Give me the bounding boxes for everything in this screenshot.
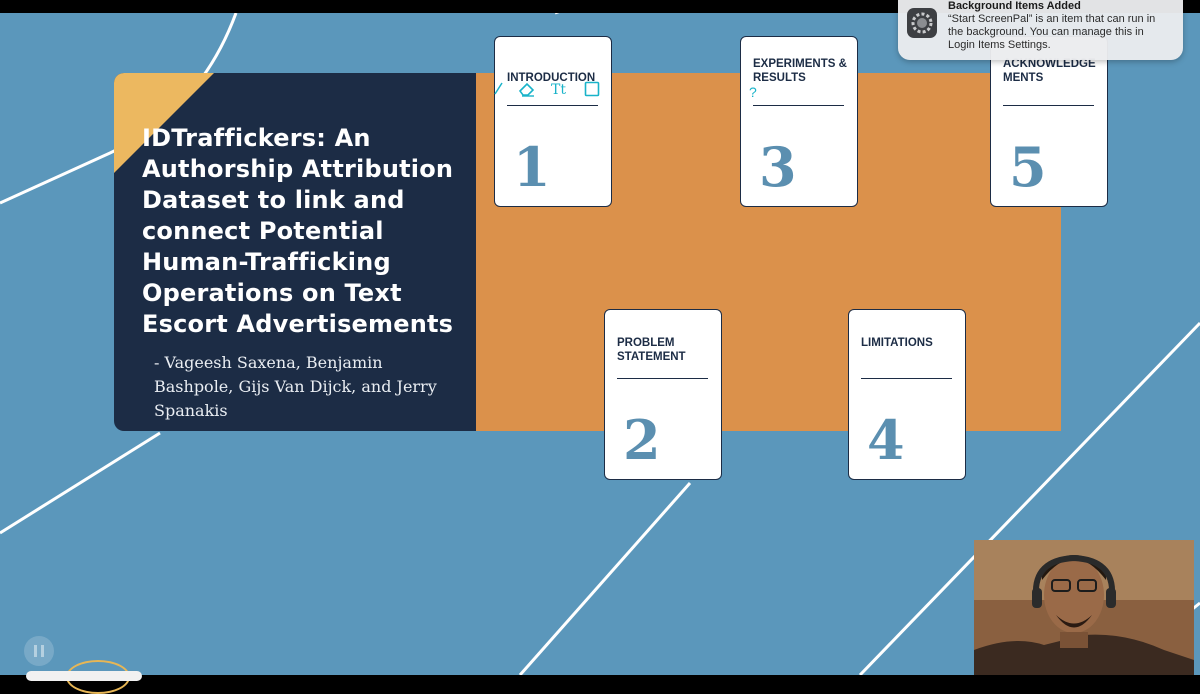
pen-icon[interactable] [494, 81, 504, 100]
card-number: 4 [867, 408, 905, 472]
card-number: 2 [623, 408, 661, 472]
help-icon[interactable]: ? [749, 83, 757, 101]
slide-title: IDTraffickers: An Authorship Attribution… [142, 124, 454, 338]
system-notification[interactable]: Background Items Added “Start ScreenPal”… [898, 0, 1183, 60]
card-label: ACKNOWLEDGE MENTS [1003, 58, 1096, 84]
section-card-introduction[interactable]: INTRODUCTION 1 [494, 36, 612, 207]
section-card-problem-statement[interactable]: PROBLEM STATEMENT 2 [604, 309, 722, 480]
card-number: 3 [759, 135, 797, 199]
eraser-icon[interactable] [518, 81, 536, 102]
card-label: LIMITATIONS [861, 337, 933, 349]
webcam-overlay [974, 540, 1194, 675]
player-control-bar[interactable] [26, 671, 142, 681]
card-divider [753, 105, 844, 106]
card-label: PROBLEM STATEMENT [617, 337, 686, 363]
rectangle-tool-icon[interactable] [584, 81, 600, 102]
section-card-acknowledgements[interactable]: ACKNOWLEDGE MENTS 5 [990, 36, 1108, 207]
pause-icon [34, 645, 37, 657]
card-divider [617, 378, 708, 379]
gear-icon [907, 8, 937, 38]
title-panel: IDTraffickers: An Authorship Attribution… [114, 73, 476, 431]
pause-button[interactable] [24, 636, 54, 666]
section-card-experiments-results[interactable]: EXPERIMENTS & RESULTS 3 [740, 36, 858, 207]
card-number: 5 [1009, 135, 1047, 199]
card-divider [1003, 105, 1094, 106]
card-divider [861, 378, 952, 379]
card-label: EXPERIMENTS & RESULTS [753, 58, 847, 84]
section-card-limitations[interactable]: LIMITATIONS 4 [848, 309, 966, 480]
card-divider [507, 105, 598, 106]
card-number: 1 [513, 135, 551, 199]
notification-body: “Start ScreenPal” is an item that can ru… [948, 13, 1156, 51]
author-list: - Vageesh Saxena, Benjamin Bashpole, Gij… [154, 353, 437, 420]
notification-title: Background Items Added [948, 0, 1081, 12]
text-tool-icon[interactable]: Tt [551, 81, 566, 99]
